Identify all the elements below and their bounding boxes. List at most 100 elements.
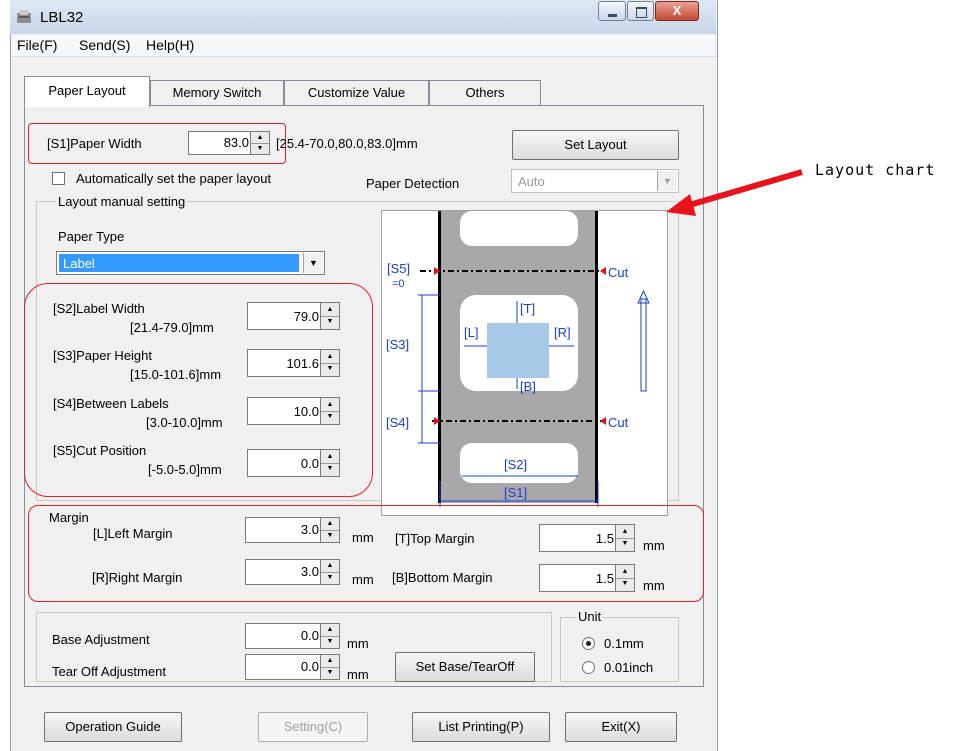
exit-button[interactable]: Exit(X) (565, 712, 677, 742)
spin-down-icon[interactable]: ▼ (321, 667, 339, 678)
spin-up-icon[interactable]: ▲ (616, 565, 634, 579)
right-margin-spinner[interactable]: 3.0 ▲ ▼ (245, 559, 340, 585)
unit-title: Unit (576, 609, 604, 624)
app-icon (16, 9, 34, 25)
layout-chart-annotation: Layout chart (815, 161, 936, 179)
tab-memory-switch[interactable]: Memory Switch (150, 80, 284, 106)
spin-down-icon[interactable]: ▼ (321, 636, 339, 647)
maximize-button[interactable] (627, 1, 654, 21)
paper-type-label: Paper Type (58, 229, 125, 244)
paper-detection-value: Auto (518, 174, 545, 189)
unit-0.1mm-radio[interactable] (582, 637, 595, 650)
spin-down-icon[interactable]: ▼ (616, 538, 634, 549)
minimize-button[interactable] (598, 1, 626, 21)
maximize-icon (636, 7, 647, 18)
left-margin-spinner[interactable]: 3.0 ▲ ▼ (245, 517, 340, 543)
operation-guide-button[interactable]: Operation Guide (44, 712, 182, 742)
chart-s2: [S2] (504, 457, 527, 472)
close-icon: X (672, 3, 682, 18)
menu-help[interactable]: Help(H) (146, 37, 194, 53)
paper-width-range: [25.4-70.0,80.0,83.0]mm (276, 136, 418, 151)
left-margin-unit: mm (352, 530, 374, 545)
tear-off-spinner[interactable]: 0.0 ▲ ▼ (245, 654, 340, 680)
top-margin-unit: mm (643, 538, 665, 553)
spin-down-icon[interactable]: ▼ (321, 463, 339, 474)
spin-down-icon[interactable]: ▼ (321, 530, 339, 541)
chart-right-margin: [R] (554, 325, 571, 340)
paper-height-range: [15.0-101.6]mm (130, 367, 222, 382)
paper-width-value: 83.0 (223, 135, 249, 150)
label-width-value: 79.0 (293, 309, 319, 324)
tear-off-unit: mm (347, 667, 369, 682)
paper-height-spinner[interactable]: 101.6 ▲ ▼ (247, 349, 340, 377)
bottom-margin-spinner[interactable]: 1.5 ▲ ▼ (539, 564, 635, 592)
margin-title: Margin (49, 510, 89, 525)
spin-down-icon[interactable]: ▼ (616, 578, 634, 589)
base-adjustment-label: Base Adjustment (52, 632, 150, 647)
spin-up-icon[interactable]: ▲ (321, 303, 339, 317)
tab-paper-layout[interactable]: Paper Layout (24, 76, 150, 107)
cut-position-value: 0.0 (300, 456, 319, 471)
unit-0.01inch-radio[interactable] (582, 661, 595, 674)
chart-top-margin: [T] (520, 301, 535, 316)
paper-height-label: [S3]Paper Height (53, 348, 153, 363)
chart-s4: [S4] (386, 415, 409, 430)
paper-height-value: 101.6 (286, 356, 319, 371)
base-adjustment-value: 0.0 (300, 628, 319, 643)
list-printing-button[interactable]: List Printing(P) (412, 712, 550, 742)
chart-s3: [S3] (386, 337, 409, 352)
label-width-range: [21.4-79.0]mm (130, 320, 214, 335)
spin-up-icon[interactable]: ▲ (321, 398, 339, 412)
manual-setting-title: Layout manual setting (56, 194, 188, 209)
bottom-margin-unit: mm (643, 578, 665, 593)
menu-send[interactable]: Send(S) (79, 37, 130, 53)
menu-file[interactable]: File(F) (17, 37, 57, 53)
tab-customize-value[interactable]: Customize Value (284, 80, 429, 106)
chevron-down-icon: ▼ (303, 253, 323, 273)
spin-down-icon[interactable]: ▼ (321, 363, 339, 374)
spin-up-icon[interactable]: ▲ (616, 525, 634, 539)
tear-off-label: Tear Off Adjustment (52, 664, 166, 679)
paper-type-select[interactable]: Label ▼ (56, 251, 325, 275)
spin-down-icon[interactable]: ▼ (321, 411, 339, 422)
label-width-spinner[interactable]: 79.0 ▲ ▼ (247, 302, 340, 330)
between-labels-range: [3.0-10.0]mm (146, 415, 223, 430)
top-margin-label: [T]Top Margin (395, 531, 475, 546)
setting-button[interactable]: Setting(C) (258, 712, 368, 742)
spin-up-icon[interactable]: ▲ (321, 450, 339, 464)
top-margin-spinner[interactable]: 1.5 ▲ ▼ (539, 524, 635, 552)
spin-up-icon[interactable]: ▲ (321, 350, 339, 364)
cut-position-label: [S5]Cut Position (53, 443, 147, 458)
between-labels-label: [S4]Between Labels (53, 396, 169, 411)
close-button[interactable]: X (655, 1, 699, 21)
window-title: LBL32 (40, 9, 84, 26)
spin-down-icon[interactable]: ▼ (251, 143, 269, 154)
cut-position-range: [-5.0-5.0]mm (148, 462, 222, 477)
between-labels-spinner[interactable]: 10.0 ▲ ▼ (247, 397, 340, 425)
auto-layout-checkbox[interactable] (52, 172, 65, 185)
base-adjustment-spinner[interactable]: 0.0 ▲ ▼ (245, 623, 340, 649)
chart-s5-zero: =0 (392, 278, 405, 290)
paper-detection-select[interactable]: Auto ▼ (511, 169, 679, 193)
paper-width-spinner[interactable]: 83.0 ▲ ▼ (188, 131, 270, 155)
unit-0.1mm-label: 0.1mm (604, 636, 644, 651)
paper-width-label: [S1]Paper Width (47, 136, 142, 151)
chart-cut-bottom: Cut (608, 415, 629, 430)
layout-chart: [S5] =0 Cut Cut [T] [L] [R] [B] [S3] [S4… (381, 210, 668, 516)
tab-others[interactable]: Others (429, 80, 541, 106)
set-base-tearoff-button[interactable]: Set Base/TearOff (395, 652, 535, 682)
bottom-margin-value: 1.5 (595, 571, 614, 586)
chart-cut-top: Cut (608, 265, 629, 280)
auto-layout-label: Automatically set the paper layout (76, 171, 272, 186)
spin-down-icon[interactable]: ▼ (321, 572, 339, 583)
paper-type-highlight (59, 254, 299, 272)
spin-down-icon[interactable]: ▼ (321, 316, 339, 327)
tear-off-value: 0.0 (300, 659, 319, 674)
right-margin-unit: mm (352, 572, 374, 587)
paper-detection-label: Paper Detection (366, 176, 460, 191)
unit-0.01inch-label: 0.01inch (604, 660, 654, 675)
set-layout-button[interactable]: Set Layout (512, 130, 679, 160)
left-margin-label: [L]Left Margin (93, 526, 173, 541)
right-margin-label: [R]Right Margin (92, 570, 183, 585)
cut-position-spinner[interactable]: 0.0 ▲ ▼ (247, 449, 340, 477)
